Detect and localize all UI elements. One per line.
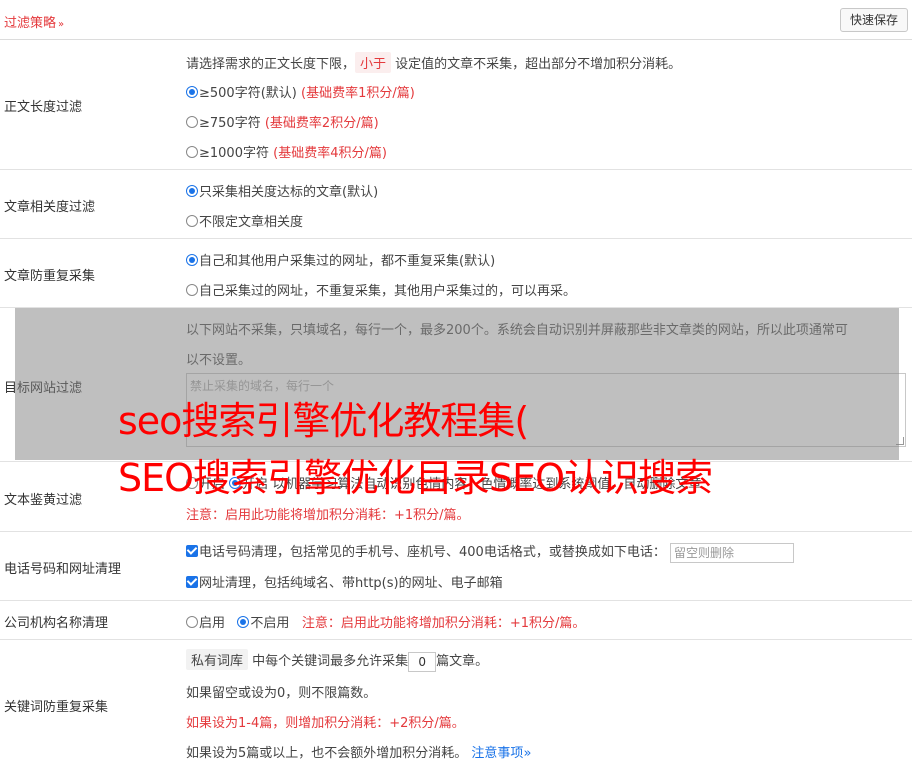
checkbox[interactable] <box>186 576 198 588</box>
relevance-row: 文章相关度过滤 只采集相关度达标的文章(默认) 不限定文章相关度 <box>0 170 912 239</box>
row-label: 文章防重复采集 <box>4 269 96 284</box>
radio-button[interactable] <box>186 215 198 227</box>
checkbox[interactable] <box>186 545 198 557</box>
company-options: 启用 不启用 注意：启用此功能将增加积分消耗：+1积分/篇。 <box>186 612 585 631</box>
row-label: 正文长度过滤 <box>4 100 83 115</box>
quick-save-button[interactable]: 快速保存 <box>839 8 908 32</box>
company-row: 公司机构名称清理 启用 不启用 注意：启用此功能将增加积分消耗：+1积分/篇。 <box>0 601 912 640</box>
keyword-limit-input[interactable]: 0 <box>408 651 437 672</box>
length-option-1000[interactable]: ≥1000字符 (基础费率4积分/篇) <box>186 142 387 161</box>
radio-button[interactable] <box>186 616 198 628</box>
chevron-down-icon: » <box>523 746 532 761</box>
row-label: 电话号码和网址清理 <box>4 562 122 577</box>
radio-button[interactable] <box>186 146 198 158</box>
row-label: 文章相关度过滤 <box>4 200 96 215</box>
row-label: 关键词防重复采集 <box>4 700 109 715</box>
dedupe-option-all[interactable]: 自己和其他用户采集过的网址，都不重复采集(默认) <box>186 250 495 269</box>
radio-button[interactable] <box>186 254 198 266</box>
porn-filter-note: 注意：启用此功能将增加积分消耗：+1积分/篇。 <box>186 508 470 523</box>
row-label: 文本鉴黄过滤 <box>4 493 83 508</box>
keyword-hint-2: 如果设为5篇或以上，也不会额外增加积分消耗。 注意事项» <box>186 746 532 761</box>
phone-cleanup-option[interactable]: 电话号码清理，包括常见的手机号、座机号、400电话格式，或替换成如下电话： 留空… <box>186 541 794 563</box>
private-lexicon-badge: 私有词库 <box>186 649 249 670</box>
radio-button[interactable] <box>186 185 198 197</box>
radio-button[interactable] <box>186 284 198 296</box>
keyword-cost-note: 如果设为1-4篇，则增加积分消耗：+2积分/篇。 <box>186 716 465 731</box>
chevron-down-icon: » <box>58 19 65 30</box>
dedupe-row: 文章防重复采集 自己和其他用户采集过的网址，都不重复采集(默认) 自己采集过的网… <box>0 239 912 308</box>
filter-header: 过滤策略» 快速保存 <box>0 0 912 40</box>
relevance-option-any[interactable]: 不限定文章相关度 <box>186 211 303 230</box>
dedupe-option-self[interactable]: 自己采集过的网址，不重复采集，其他用户采集过的，可以再采。 <box>186 280 576 299</box>
radio-button[interactable] <box>186 86 198 98</box>
section-title[interactable]: 过滤策略» <box>4 12 64 31</box>
less-than-badge: 小于 <box>355 52 392 73</box>
phone-url-row: 电话号码和网址清理 电话号码清理，包括常见的手机号、座机号、400电话格式，或替… <box>0 532 912 601</box>
url-cleanup-option[interactable]: 网址清理，包括纯域名、带http(s)的网址、电子邮箱 <box>186 572 503 591</box>
keyword-limit-line: 私有词库 中每个关键词最多允许采集 0 篇文章。 <box>186 649 488 672</box>
radio-button[interactable] <box>237 616 250 628</box>
keyword-hint: 如果留空或设为0，则不限篇数。 <box>186 686 377 701</box>
length-option-750[interactable]: ≥750字符 (基础费率2积分/篇) <box>186 112 379 131</box>
radio-button[interactable] <box>186 116 198 128</box>
notes-link[interactable]: 注意事项» <box>471 746 531 761</box>
watermark-line-1: seo搜索引擎优化教程集( <box>118 399 529 443</box>
keyword-row: 关键词防重复采集 私有词库 中每个关键词最多允许采集 0 篇文章。 如果留空或设为0… <box>0 640 912 768</box>
row-label: 公司机构名称清理 <box>4 616 109 631</box>
length-desc: 请选择需求的正文长度下限， 小于 设定值的文章不采集，超出部分不增加积分消耗。 <box>186 52 681 73</box>
replacement-phone-input[interactable]: 留空则删除 <box>669 542 794 563</box>
relevance-option-qualified[interactable]: 只采集相关度达标的文章(默认) <box>186 181 378 200</box>
length-filter-row: 正文长度过滤 请选择需求的正文长度下限， 小于 设定值的文章不采集，超出部分不增加… <box>0 40 912 170</box>
watermark-line-2: SEO搜索引擎优化目录SEO认识搜索 <box>118 456 713 500</box>
length-option-500[interactable]: ≥500字符(默认) (基础费率1积分/篇) <box>186 82 415 101</box>
